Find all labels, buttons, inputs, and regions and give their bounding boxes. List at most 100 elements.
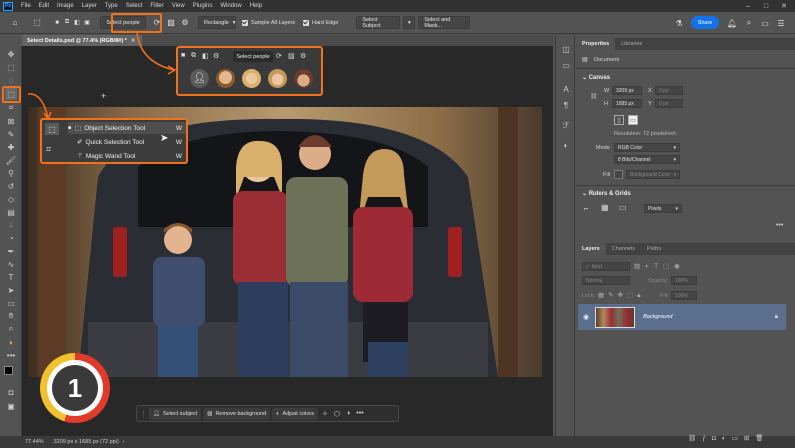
- layer-filter-icons[interactable]: ▨◐T⬚◉: [634, 262, 685, 270]
- fill-layers-field[interactable]: 100%: [671, 291, 697, 300]
- select-subject-dropdown[interactable]: ▾: [403, 16, 416, 29]
- tab-libraries[interactable]: Libraries: [615, 38, 648, 50]
- chevron-right-icon[interactable]: ›: [123, 439, 125, 445]
- ruler-units-select[interactable]: Pixels ▾: [644, 204, 682, 213]
- character-panel-icon[interactable]: A: [560, 83, 572, 95]
- history-brush-tool-icon[interactable]: ↺: [5, 180, 17, 192]
- grid-icon[interactable]: ▦: [601, 203, 609, 212]
- height-field[interactable]: 1685 px: [612, 99, 642, 108]
- minimize-icon[interactable]: –: [740, 0, 756, 12]
- menu-select[interactable]: Select: [122, 3, 147, 9]
- mode-select[interactable]: Rectangle ▾: [198, 16, 236, 29]
- hard-edge-checkbox[interactable]: Hard Edge: [303, 19, 338, 26]
- dodge-tool-icon[interactable]: ◔: [5, 232, 17, 244]
- remove-background-task-button[interactable]: ▨ Remove background: [203, 407, 271, 420]
- eyedropper-tool-icon[interactable]: ✎: [5, 128, 17, 140]
- fill-swatch[interactable]: [614, 170, 623, 179]
- gear-icon[interactable]: ⚙: [300, 52, 306, 60]
- x-field[interactable]: 0 px: [655, 86, 683, 95]
- tab-properties[interactable]: Properties: [576, 38, 616, 50]
- all-people-icon[interactable]: 👤︎: [190, 69, 209, 88]
- y-field[interactable]: 0 px: [655, 99, 683, 108]
- lock-icon[interactable]: 🔒︎: [775, 314, 778, 321]
- landscape-orientation-icon[interactable]: ▭: [628, 115, 638, 125]
- menu-image[interactable]: Image: [53, 3, 78, 9]
- paragraph-panel-icon[interactable]: ¶: [560, 99, 572, 111]
- tab-channels[interactable]: Channels: [606, 243, 641, 255]
- more-tools-icon[interactable]: •••: [5, 349, 17, 361]
- drag-handle-icon[interactable]: ⋮: [140, 410, 147, 418]
- gear-icon[interactable]: ⚙: [213, 52, 219, 60]
- color-mode-select[interactable]: RGB Color ▾: [614, 143, 680, 152]
- screen-mode-icon[interactable]: ▣: [5, 400, 17, 412]
- fill-select[interactable]: Background Color ▾: [626, 170, 680, 179]
- search-icon[interactable]: ⌕: [744, 18, 754, 28]
- more-options-icon[interactable]: •••: [356, 410, 363, 417]
- blur-tool-icon[interactable]: 💧︎: [5, 219, 17, 231]
- crop-tool-icon[interactable]: ⌗: [5, 102, 17, 114]
- object-selection-tool-preset-icon[interactable]: ⬚: [32, 18, 42, 28]
- home-icon[interactable]: ⌂: [10, 18, 20, 28]
- object-finder-icon[interactable]: ▨: [166, 18, 176, 28]
- mask-icon[interactable]: ◑: [346, 410, 350, 417]
- new-selection-icon[interactable]: ■: [52, 18, 62, 28]
- opacity-field[interactable]: 100%: [671, 276, 697, 285]
- adjust-colors-task-button[interactable]: ◐ Adjust colors: [272, 407, 319, 420]
- layer-kind-filter[interactable]: ⌕ Kind: [582, 262, 630, 271]
- options-icon[interactable]: ☰: [776, 18, 786, 28]
- type-tool-icon[interactable]: T: [5, 271, 17, 283]
- menu-edit[interactable]: Edit: [35, 3, 53, 9]
- person-avatar[interactable]: [268, 69, 287, 88]
- menu-window[interactable]: Window: [216, 3, 245, 9]
- foreground-color-swatch[interactable]: [4, 366, 13, 375]
- layer-name[interactable]: Background: [643, 314, 672, 320]
- subtract-selection-icon[interactable]: ◧: [72, 18, 82, 28]
- rulers-grids-section-header[interactable]: ⌄ Rulers & Grids: [582, 190, 631, 197]
- select-subject-button[interactable]: Select Subject: [356, 16, 401, 29]
- menu-filter[interactable]: Filter: [146, 3, 167, 9]
- sample-all-layers-checkbox[interactable]: Sample All Layers: [242, 19, 295, 26]
- glyphs-panel-icon[interactable]: ℱ: [560, 119, 572, 131]
- path-selection-tool-icon[interactable]: ➤: [5, 284, 17, 296]
- adjustments-panel-icon[interactable]: ◐: [560, 139, 572, 151]
- bit-depth-select[interactable]: 8 Bits/Channel ▾: [614, 155, 680, 164]
- quick-mask-icon[interactable]: ◘: [5, 386, 17, 398]
- frame-tool-icon[interactable]: ⊠: [5, 115, 17, 127]
- flyout-magic-wand[interactable]: ⚚ Magic Wand Tool W: [68, 150, 186, 162]
- tab-layers[interactable]: Layers: [576, 243, 606, 255]
- eraser-tool-icon[interactable]: ◇: [5, 193, 17, 205]
- gear-icon[interactable]: ⚙: [180, 18, 190, 28]
- transform-icon[interactable]: ⬡: [334, 410, 340, 418]
- marquee-tool-icon[interactable]: ⬚: [5, 61, 17, 73]
- person-avatar[interactable]: [294, 69, 313, 88]
- lasso-tool-icon[interactable]: ◌: [5, 74, 17, 86]
- clone-stamp-tool-icon[interactable]: ⚲: [5, 167, 17, 179]
- intersect-selection-icon[interactable]: ▣: [82, 18, 92, 28]
- hand-tool-icon[interactable]: ✋︎: [5, 310, 17, 322]
- zoom-tool-icon[interactable]: ⌕: [5, 323, 17, 335]
- pen-tool-icon[interactable]: ✒: [5, 245, 17, 257]
- add-to-selection-icon[interactable]: ⧉: [191, 52, 196, 60]
- healing-brush-tool-icon[interactable]: ✚: [5, 141, 17, 153]
- object-finder-icon[interactable]: ▨: [288, 52, 295, 60]
- subtract-selection-icon[interactable]: ◧: [202, 52, 209, 60]
- menu-file[interactable]: File: [17, 3, 35, 9]
- refresh-icon[interactable]: ⟳: [276, 52, 282, 60]
- history-panel-icon[interactable]: ◫: [560, 43, 572, 55]
- edit-toolbar-icon[interactable]: ◗: [5, 336, 17, 348]
- canvas-section-header[interactable]: ⌄ Canvas: [582, 74, 610, 81]
- guides-icon[interactable]: ▭: [619, 203, 627, 212]
- menu-type[interactable]: Type: [101, 3, 122, 9]
- blend-mode-select[interactable]: Normal: [582, 276, 630, 285]
- select-subject-task-button[interactable]: 👤︎ Select subject: [149, 407, 202, 420]
- layers-footer-icons[interactable]: ⛓ƒ◘◐▭⊞🗑︎: [688, 434, 770, 442]
- share-button[interactable]: Share: [691, 16, 719, 29]
- tab-paths[interactable]: Paths: [641, 243, 667, 255]
- learn-flask-icon[interactable]: ⚗: [674, 18, 684, 28]
- curvature-pen-icon[interactable]: ∿: [5, 258, 17, 270]
- brush-tool-icon[interactable]: 🖌︎: [5, 154, 17, 166]
- close-icon[interactable]: ✕: [776, 0, 792, 12]
- document-tab[interactable]: Select Details.psd @ 77.4% (RGB/8#) * ✕: [22, 35, 142, 46]
- close-tab-icon[interactable]: ✕: [131, 38, 136, 44]
- lock-icons[interactable]: ▦✎✥⬚🔒︎: [598, 291, 645, 300]
